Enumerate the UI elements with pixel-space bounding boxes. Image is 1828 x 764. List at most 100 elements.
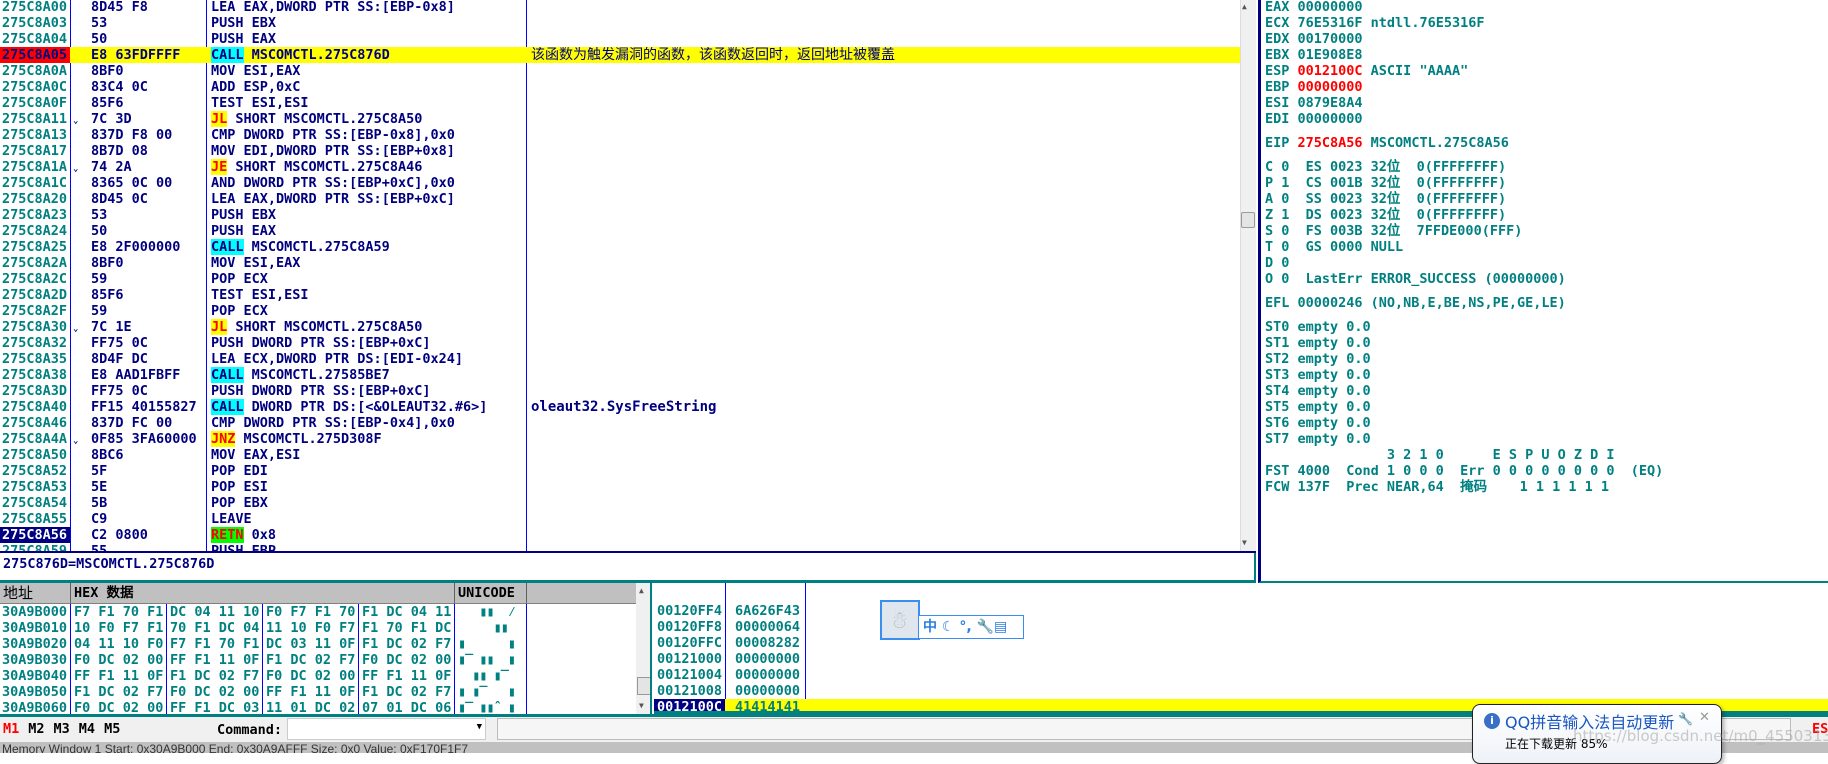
register-value[interactable]: 00000000 <box>1298 0 1363 15</box>
register-line[interactable]: ST6 empty 0.0 <box>1265 415 1371 431</box>
memory-dump-pane[interactable]: 地址 HEX 数据 UNICODE 30A9B000 F7 F1 70 F1 DC … <box>0 583 652 714</box>
instruction-address[interactable]: 275C8A54 <box>0 495 70 511</box>
disasm-row[interactable]: 275C8A23 53 PUSH EBX <box>0 207 1240 223</box>
instruction-address[interactable]: 275C8A1C <box>0 175 70 191</box>
dump-hex-group[interactable]: 07 01 DC 06 <box>362 700 451 714</box>
dump-hex-group[interactable]: F1 DC 02 F7 <box>266 652 355 668</box>
disasm-row[interactable]: 275C8A11 ⌄ 7C 3D JL SHORT MSCOMCTL.275C8… <box>0 111 1240 127</box>
disasm-row[interactable]: 275C8A52 5F POP EDI <box>0 463 1240 479</box>
register-line[interactable]: FST 4000 Cond 1 0 0 0 Err 0 0 0 0 0 0 0 … <box>1265 463 1663 479</box>
disasm-row[interactable]: 275C8A00 8D45 F8 LEA EAX,DWORD PTR SS:[E… <box>0 0 1240 15</box>
register-value[interactable]: 00000000 <box>1298 79 1363 95</box>
disasm-row[interactable]: 275C8A20 8D45 0C LEA EAX,DWORD PTR SS:[E… <box>0 191 1240 207</box>
register-line[interactable]: EAX 00000000 <box>1265 0 1363 15</box>
instruction-address[interactable]: 275C8A3D <box>0 383 70 399</box>
stack-row[interactable]: 00120FF8 00000064 <box>654 619 1828 635</box>
disasm-row[interactable]: 275C8A0F 85F6 TEST ESI,ESI <box>0 95 1240 111</box>
dump-hex-group[interactable]: FF F1 11 0F <box>170 652 259 668</box>
scroll-down-icon[interactable]: ▼ <box>639 701 644 710</box>
disassembly-pane[interactable]: 275C8A00 8D45 F8 LEA EAX,DWORD PTR SS:[E… <box>0 0 1256 553</box>
instruction-address[interactable]: 275C8A46 <box>0 415 70 431</box>
stack-value[interactable]: 00000000 <box>735 667 800 683</box>
instruction-address[interactable]: 275C8A32 <box>0 335 70 351</box>
register-line[interactable]: ST2 empty 0.0 <box>1265 351 1371 367</box>
stack-pane[interactable]: 00120FF4 6A626F43 00120FF8 00000064 0012… <box>654 583 1828 714</box>
memory-tab-m3[interactable]: M3 <box>54 721 70 737</box>
memory-tab-m2[interactable]: M2 <box>28 721 44 737</box>
register-line[interactable]: D 0 <box>1265 255 1289 271</box>
disasm-row[interactable]: 275C8A59 55 PUSH EBP <box>0 543 1240 551</box>
stack-row[interactable]: 00121000 00000000 <box>654 651 1828 667</box>
stack-row[interactable]: 00120FFC 00008282 <box>654 635 1828 651</box>
register-line[interactable]: FCW 137F Prec NEAR,64 掩码 1 1 1 1 1 1 <box>1265 479 1609 495</box>
register-line[interactable]: P 1 CS 001B 32位 0(FFFFFFFF) <box>1265 175 1506 191</box>
disasm-row[interactable]: 275C8A1A ⌄ 74 2A JE SHORT MSCOMCTL.275C8… <box>0 159 1240 175</box>
dropdown-arrow-icon[interactable]: ▼ <box>477 722 482 732</box>
register-line[interactable]: ST7 empty 0.0 <box>1265 431 1371 447</box>
stack-value[interactable]: 00000000 <box>735 651 800 667</box>
dump-hex-group[interactable]: F0 F7 F1 70 <box>266 604 355 620</box>
registers-pane[interactable]: EAX 00000000 ECX 76E5316F ntdll.76E5316F E… <box>1258 0 1828 583</box>
column-header-address[interactable]: 地址 <box>0 583 71 604</box>
dump-row[interactable]: 30A9B020 04 11 10 F0 F7 F1 70 F1 DC 03 11 0… <box>0 636 636 652</box>
dump-hex-group[interactable]: F0 DC 02 00 <box>170 684 259 700</box>
register-line[interactable]: EIP 275C8A56 MSCOMCTL.275C8A56 <box>1265 135 1509 151</box>
register-line[interactable]: A 0 SS 0023 32位 0(FFFFFFFF) <box>1265 191 1506 207</box>
dump-hex-group[interactable]: F7 F1 70 F1 <box>170 636 259 652</box>
dump-hex-group[interactable]: F0 DC 02 00 <box>74 700 163 714</box>
disasm-row[interactable]: 275C8A0A 8BF0 MOV ESI,EAX <box>0 63 1240 79</box>
instruction-address[interactable]: 275C8A53 <box>0 479 70 495</box>
scroll-down-icon[interactable]: ▼ <box>1242 538 1247 547</box>
instruction-address[interactable]: 275C8A2F <box>0 303 70 319</box>
dump-hex-group[interactable]: DC 03 11 0F <box>266 636 355 652</box>
instruction-address[interactable]: 275C8A1A <box>0 159 70 175</box>
register-line[interactable]: ST0 empty 0.0 <box>1265 319 1371 335</box>
register-line[interactable]: ECX 76E5316F ntdll.76E5316F <box>1265 15 1484 31</box>
dump-row[interactable]: 30A9B030 F0 DC 02 00 FF F1 11 0F F1 DC 02 F… <box>0 652 636 668</box>
dump-hex-group[interactable]: F1 DC 02 F7 <box>362 636 451 652</box>
dump-row[interactable]: 30A9B000 F7 F1 70 F1 DC 04 11 10 F0 F7 F1 7… <box>0 604 636 620</box>
dump-hex-group[interactable]: F1 DC 02 F7 <box>362 684 451 700</box>
scroll-up-icon[interactable]: ▲ <box>639 586 644 595</box>
instruction-address[interactable]: 275C8A23 <box>0 207 70 223</box>
instruction-address[interactable]: 275C8A05 <box>0 47 70 63</box>
dump-hex-group[interactable]: 70 F1 DC 04 <box>170 620 259 636</box>
dump-hex-group[interactable]: 04 11 10 F0 <box>74 636 163 652</box>
instruction-address[interactable]: 275C8A25 <box>0 239 70 255</box>
disasm-row[interactable]: 275C8A05 E8 63FDFFFF CALL MSCOMCTL.275C8… <box>0 47 1240 63</box>
dump-scrollbar[interactable]: ▲ ▼ <box>636 583 650 714</box>
stack-value[interactable]: 00000064 <box>735 619 800 635</box>
instruction-address[interactable]: 275C8A0A <box>0 63 70 79</box>
dump-hex-group[interactable]: 10 F0 F7 F1 <box>74 620 163 636</box>
register-line[interactable]: T 0 GS 0000 NULL <box>1265 239 1403 255</box>
dump-hex-group[interactable]: F7 F1 70 F1 <box>74 604 163 620</box>
stack-address[interactable]: 00120FF8 <box>654 619 725 635</box>
dump-address[interactable]: 30A9B020 <box>2 636 67 652</box>
dump-address[interactable]: 30A9B000 <box>2 604 67 620</box>
register-line[interactable]: ESP 0012100C ASCII "AAAA" <box>1265 63 1468 79</box>
register-line[interactable]: ST3 empty 0.0 <box>1265 367 1371 383</box>
dump-row[interactable]: 30A9B040 FF F1 11 0F F1 DC 02 F7 F0 DC 02 0… <box>0 668 636 684</box>
dump-hex-group[interactable]: F1 70 F1 DC <box>362 620 451 636</box>
instruction-address[interactable]: 275C8A2C <box>0 271 70 287</box>
register-line[interactable]: ESI 0879E8A4 <box>1265 95 1363 111</box>
disasm-row[interactable]: 275C8A50 8BC6 MOV EAX,ESI <box>0 447 1240 463</box>
instruction-address[interactable]: 275C8A50 <box>0 447 70 463</box>
stack-row[interactable]: 00121008 00000000 <box>654 683 1828 699</box>
instruction-address[interactable]: 275C8A04 <box>0 31 70 47</box>
disasm-row[interactable]: 275C8A0C 83C4 0C ADD ESP,0xC <box>0 79 1240 95</box>
stack-address[interactable]: 00120FF4 <box>654 603 725 619</box>
register-value[interactable]: 0012100C <box>1298 63 1363 79</box>
dump-hex-group[interactable]: F0 DC 02 00 <box>74 652 163 668</box>
memory-tab-m5[interactable]: M5 <box>104 721 120 737</box>
dump-hex-group[interactable]: F0 DC 02 00 <box>362 652 451 668</box>
disasm-row[interactable]: 275C8A13 837D F8 00 CMP DWORD PTR SS:[EB… <box>0 127 1240 143</box>
command-input[interactable]: ▼ <box>287 718 486 740</box>
register-line[interactable]: ST5 empty 0.0 <box>1265 399 1371 415</box>
dump-hex-group[interactable]: FF F1 11 0F <box>266 684 355 700</box>
ime-toolbar[interactable]: ☃ 中 ☾ °, 🔧▤ <box>880 600 1050 640</box>
memory-tab-m4[interactable]: M4 <box>79 721 95 737</box>
column-header-unicode[interactable]: UNICODE <box>455 583 527 604</box>
register-value[interactable]: 76E5316F <box>1298 15 1363 31</box>
stack-value[interactable]: 00000000 <box>735 683 800 699</box>
